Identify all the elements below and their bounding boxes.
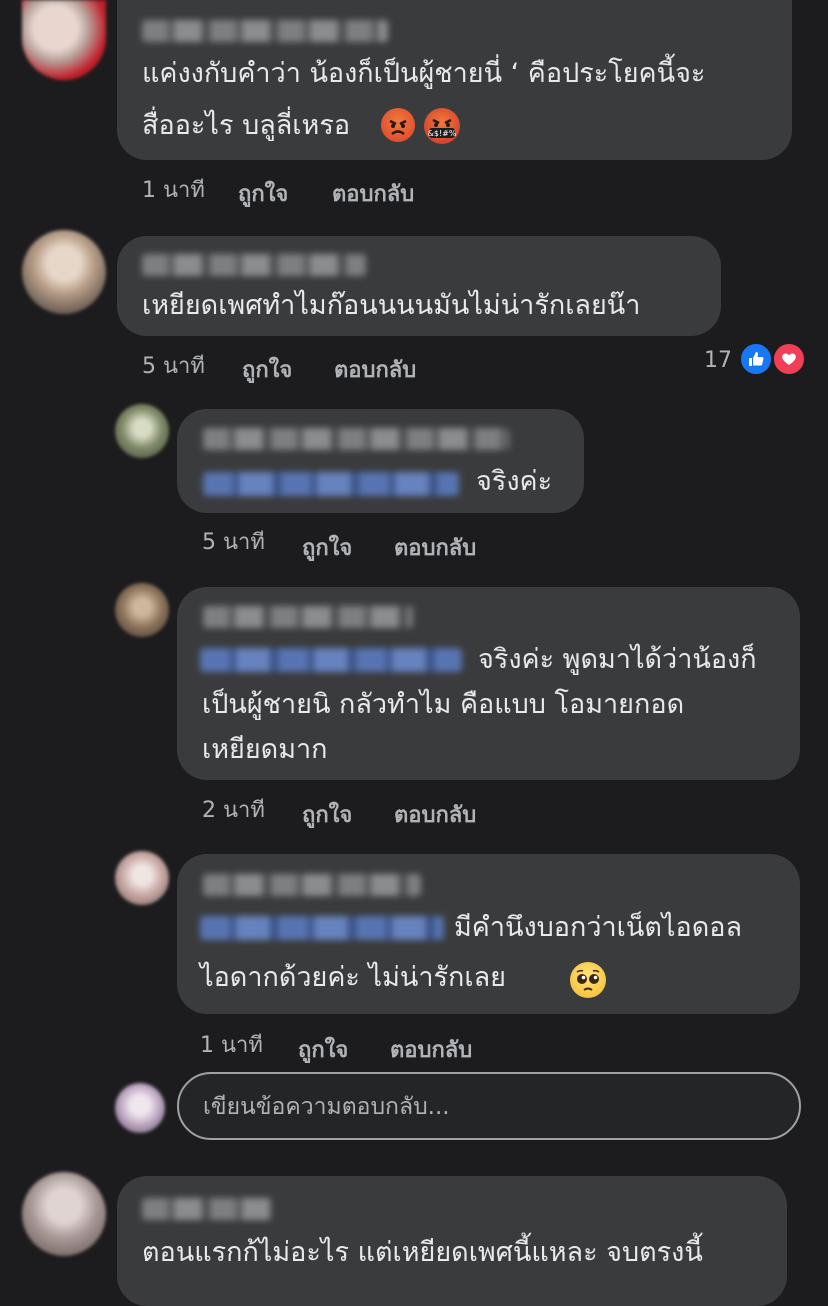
like-button[interactable]: ถูกใจ xyxy=(302,797,352,832)
reply-button[interactable]: ตอบกลับ xyxy=(334,352,416,387)
author-name[interactable] xyxy=(142,254,366,276)
heart-icon[interactable] xyxy=(772,342,806,376)
like-button[interactable]: ถูกใจ xyxy=(298,1032,348,1067)
author-name[interactable] xyxy=(142,1198,272,1220)
comment-time[interactable]: 2 นาที xyxy=(202,792,265,827)
like-button[interactable]: ถูกใจ xyxy=(242,352,292,387)
comment-text: มีคำนึงบอกว่าเน็ตไอดอล xyxy=(454,912,742,943)
avatar[interactable] xyxy=(22,1172,106,1256)
comment-text: ตอนแรกก้ไม่อะไร แต่เหยียดเพศนี้แหละ จบตร… xyxy=(142,1237,703,1268)
avatar xyxy=(115,1083,165,1133)
like-button[interactable]: ถูกใจ xyxy=(302,530,352,565)
author-name[interactable] xyxy=(203,874,421,896)
avatar[interactable] xyxy=(115,583,169,637)
author-name[interactable] xyxy=(203,606,413,628)
author-name[interactable] xyxy=(203,428,509,450)
avatar[interactable] xyxy=(22,0,106,80)
mention-tag[interactable] xyxy=(203,472,459,496)
svg-text:&$!#%: &$!#% xyxy=(428,129,457,138)
comment-text: เป็นผู้ชายนิ กลัวทำไม คือแบบ โอมายกอด xyxy=(202,689,685,720)
comment-text: แค่งงกับคำว่า น้องก็เป็นผู้ชายนี่ ‘ คือป… xyxy=(142,58,706,89)
reply-button[interactable]: ตอบกลับ xyxy=(390,1032,472,1067)
author-name[interactable] xyxy=(142,20,388,42)
avatar[interactable] xyxy=(115,851,169,905)
reaction-count[interactable]: 17 xyxy=(704,348,732,373)
avatar[interactable] xyxy=(22,230,106,314)
reply-input-box[interactable] xyxy=(177,1072,801,1140)
comment-text: ไอดากด้วยค่ะ ไม่น่ารักเลย xyxy=(200,962,506,993)
reply-button[interactable]: ตอบกลับ xyxy=(332,176,414,211)
reply-button[interactable]: ตอบกลับ xyxy=(394,530,476,565)
comment-text: จริงค่ะ xyxy=(476,466,553,497)
like-button[interactable]: ถูกใจ xyxy=(238,176,288,211)
avatar[interactable] xyxy=(115,404,169,458)
comment-time[interactable]: 5 นาที xyxy=(202,524,265,559)
cursing-face-emoji: &$!#% xyxy=(424,108,460,144)
angry-face-emoji xyxy=(381,108,415,142)
comment-time[interactable]: 1 นาที xyxy=(200,1027,263,1062)
comment-time[interactable]: 5 นาที xyxy=(142,348,205,383)
mention-tag[interactable] xyxy=(200,916,444,940)
comment-text: เหยียดเพศทำไมก๊อนนนนมันไม่น่ารักเลยน๊า xyxy=(142,290,641,321)
comment-text: สื่ออะไร บลูลี่เหรอ xyxy=(142,110,351,141)
comment-text: จริงค่ะ พูดมาได้ว่าน้องก็ xyxy=(478,644,757,675)
comment-text: เหยียดมาก xyxy=(202,734,328,765)
pleading-face-emoji xyxy=(570,962,606,998)
reply-button[interactable]: ตอบกลับ xyxy=(394,797,476,832)
reply-input[interactable] xyxy=(201,1086,775,1128)
comment-time[interactable]: 1 นาที xyxy=(142,172,205,207)
mention-tag[interactable] xyxy=(200,648,462,672)
thumbs-up-icon[interactable] xyxy=(739,342,773,376)
